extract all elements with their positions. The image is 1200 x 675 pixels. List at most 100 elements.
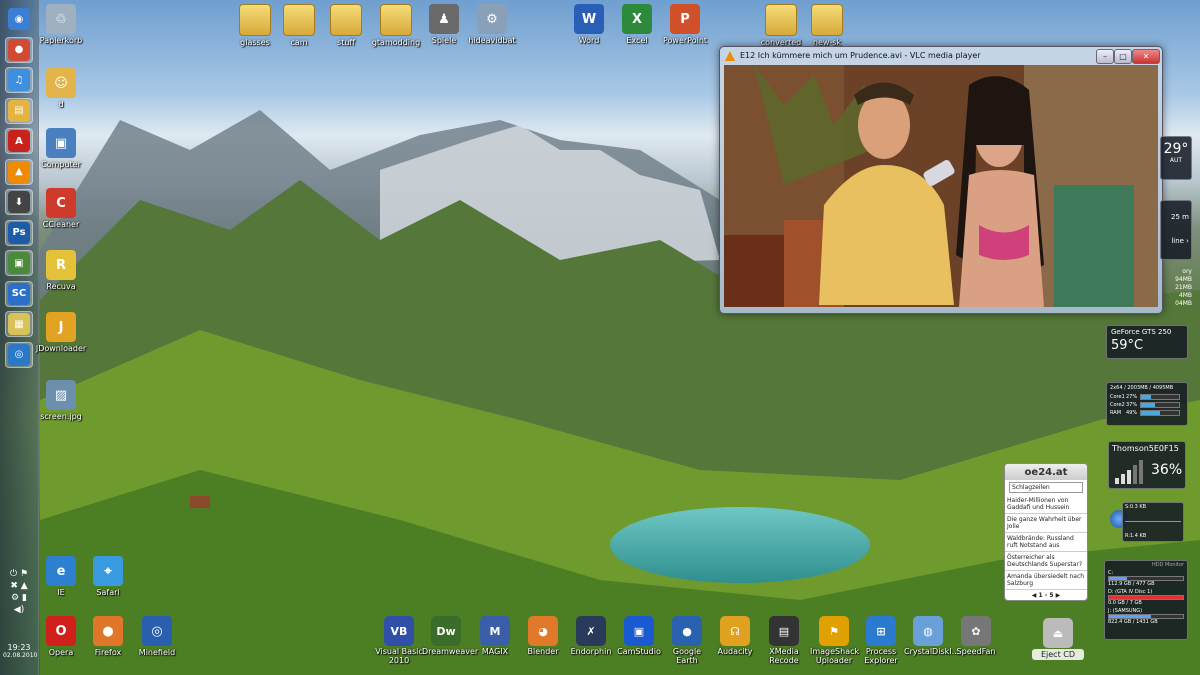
news-headline[interactable]: Waldbrände: Russland ruft Notstand aus bbox=[1005, 533, 1087, 552]
vlc-icon: ▲ bbox=[8, 160, 30, 183]
ccleaner-icon: C bbox=[46, 188, 76, 218]
safari-icon: ⌖ bbox=[93, 556, 123, 586]
folders-icon: ▦ bbox=[8, 313, 30, 335]
image-file-icon: ▨ bbox=[46, 380, 76, 410]
cpu-row-label: Core1 bbox=[1110, 394, 1125, 400]
desktop-icon-ccleaner[interactable]: C CCleaner bbox=[28, 188, 94, 229]
clock-gadget-line2: line › bbox=[1171, 237, 1189, 245]
news-gadget[interactable]: oe24.at Schlagzeilen Haider-Millionen vo… bbox=[1004, 463, 1088, 601]
ie-icon: e bbox=[46, 556, 76, 586]
minefield-icon: ◎ bbox=[142, 616, 172, 646]
net-down: R:1.4 KB bbox=[1125, 533, 1147, 539]
close-button[interactable]: ✕ bbox=[1132, 49, 1160, 64]
dock-app-audacity[interactable]: ☊ Audacity bbox=[711, 616, 759, 656]
minimize-button[interactable]: – bbox=[1096, 49, 1114, 64]
desktop-icon-powerpoint[interactable]: P PowerPoint bbox=[654, 4, 716, 45]
photoshop-icon: Ps bbox=[8, 221, 30, 244]
cpu-row-value: 37% bbox=[1126, 402, 1138, 408]
hdd-drive-size: 822.4 GB / 1431 GB bbox=[1108, 619, 1158, 625]
network-gadget[interactable]: S:0.3 KB R:1.4 KB bbox=[1110, 500, 1186, 544]
desktop-icon-screen-jpg[interactable]: ▨ screen.jpg bbox=[28, 380, 94, 421]
video-frame[interactable] bbox=[724, 65, 1158, 307]
mem-line: 04MB bbox=[1175, 300, 1192, 307]
gpu-gadget[interactable]: GeForce GTS 250 59°C bbox=[1106, 325, 1188, 359]
dock-app-blender[interactable]: ◕ Blender bbox=[519, 616, 567, 656]
desktop-icon-safari[interactable]: ⌖ Safari bbox=[75, 556, 141, 597]
desktop-icon-label: Recuva bbox=[46, 282, 76, 291]
firefox-icon: ● bbox=[93, 616, 123, 646]
gpu-temp: 59°C bbox=[1111, 338, 1144, 353]
imageshack-icon: ⚑ bbox=[819, 616, 849, 646]
desktop-icon-d[interactable]: ☺ d bbox=[28, 68, 94, 109]
desktop-icon-minefield[interactable]: ◎ Minefield bbox=[124, 616, 190, 657]
excel-icon: X bbox=[622, 4, 652, 34]
dock-app-label: Eject CD bbox=[1032, 649, 1084, 660]
dock-app-speedfan[interactable]: ✿ SpeedFan bbox=[952, 616, 1000, 656]
folder-icon bbox=[330, 4, 362, 36]
desktop-icon-recuva[interactable]: R Recuva bbox=[28, 250, 94, 291]
news-headline[interactable]: Österreicher als Deutschlands Superstar? bbox=[1005, 552, 1087, 571]
wifi-gadget[interactable]: Thomson5E0F15 36% bbox=[1108, 441, 1186, 489]
dock-app-xmedia-recode[interactable]: ▤ XMedia Recode bbox=[760, 616, 808, 665]
dock-app-google-earth[interactable]: ● Google Earth bbox=[663, 616, 711, 665]
wifi-percent: 36% bbox=[1151, 462, 1183, 478]
acrobat-icon: A bbox=[8, 130, 30, 152]
speedfan-icon: ✿ bbox=[961, 616, 991, 646]
recuva-icon: R bbox=[46, 250, 76, 280]
news-headline[interactable]: Die ganze Wahrheit über Jolie bbox=[1005, 514, 1087, 533]
maximize-button[interactable]: □ bbox=[1114, 49, 1132, 64]
gpu-name: GeForce GTS 250 bbox=[1111, 328, 1172, 336]
dock-app-magix[interactable]: M MAGIX bbox=[471, 616, 519, 656]
jdownloader-icon: J bbox=[46, 312, 76, 342]
dock-app-crystaldiski-[interactable]: ◍ CrystalDiskI... bbox=[904, 616, 959, 656]
dock-app-process-explorer[interactable]: ⊞ Process Explorer bbox=[857, 616, 905, 665]
clock-gadget[interactable]: 25 m line › bbox=[1160, 200, 1192, 260]
hdd-monitor-gadget[interactable]: HDD Monitor C: 112.9 GB / 477 GB D: (GTA I… bbox=[1104, 560, 1188, 640]
dock-app-imageshack-uploader[interactable]: ⚑ ImageShack Uploader bbox=[810, 616, 859, 665]
hdd-drive-row: D: (GTA IV Disc 1) 0.0 GB / 7 GB bbox=[1105, 588, 1187, 607]
explorer-icon: ▤ bbox=[8, 99, 30, 122]
news-headline[interactable]: Amanda übersiedelt nach Salzburg bbox=[1005, 571, 1087, 590]
hdd-drive-size: 0.0 GB / 7 GB bbox=[1108, 600, 1142, 606]
word-icon: W bbox=[574, 4, 604, 34]
desktop-icon-computer[interactable]: ▣ Computer bbox=[28, 128, 94, 169]
opera-icon: O bbox=[46, 616, 76, 646]
mem-line: ory bbox=[1182, 268, 1192, 275]
cpu-meter-gadget[interactable]: 2x64 / 2003MB / 4095MB Core1 27% Core2 37% R… bbox=[1106, 382, 1188, 426]
dock-app-dreamweaver[interactable]: Dw Dreamweaver bbox=[422, 616, 478, 656]
news-headline[interactable]: Haider-Millionen von Gaddafi und Hussein bbox=[1005, 495, 1087, 514]
recycle-bin-icon: ♲ bbox=[46, 4, 76, 34]
cpu-row-bar bbox=[1140, 394, 1180, 400]
user-folder-icon: ☺ bbox=[46, 68, 76, 98]
net-up: S:0.3 KB bbox=[1125, 504, 1147, 510]
dock-app-label: XMedia Recode bbox=[769, 647, 799, 665]
desktop-icon-new-sk[interactable]: new‑sk bbox=[796, 4, 858, 47]
vlc-cone-icon bbox=[725, 51, 735, 61]
magix-icon: M bbox=[480, 616, 510, 646]
desktop-icon-hideavidbat[interactable]: ⚙ hideavidbat bbox=[461, 4, 523, 45]
endorphin-icon: ✗ bbox=[576, 616, 606, 646]
dock-app-camstudio[interactable]: ▣ CamStudio bbox=[615, 616, 663, 656]
desktop-icon-label: JDownloader bbox=[35, 344, 87, 353]
dock-app-eject-cd[interactable]: ⏏ Eject CD bbox=[1032, 618, 1084, 660]
dock-app-visual-basic-2010[interactable]: VB Visual Basic 2010 bbox=[375, 616, 423, 665]
clock-gadget-line1: 25 m bbox=[1171, 213, 1189, 221]
wifi-signal-icon bbox=[1115, 460, 1143, 484]
dock-app-endorphin[interactable]: ✗ Endorphin bbox=[567, 616, 615, 656]
blender-icon: ◕ bbox=[528, 616, 558, 646]
google-earth-icon: ● bbox=[672, 616, 702, 646]
chrome-icon: ● bbox=[8, 38, 30, 61]
mem-line: 4MB bbox=[1178, 292, 1192, 299]
games-icon: ♟ bbox=[429, 4, 459, 34]
desktop-icon-label: PowerPoint bbox=[662, 36, 708, 45]
desktop-icon-jdownloader[interactable]: J JDownloader bbox=[28, 312, 94, 353]
weather-gadget[interactable]: 29° AUT bbox=[1160, 136, 1192, 180]
news-category-select[interactable]: Schlagzeilen bbox=[1009, 482, 1083, 493]
desktop-icon-papierkorb[interactable]: ♲ Papierkorb bbox=[28, 4, 94, 45]
news-pager[interactable]: ◀ 1 - 5 ▶ bbox=[1005, 592, 1087, 599]
cpu-row-label: Core2 bbox=[1110, 402, 1125, 408]
dock-app-label: CamStudio bbox=[617, 647, 661, 656]
computer-icon: ▣ bbox=[46, 128, 76, 158]
volume-icon[interactable]: ◀) bbox=[3, 604, 35, 616]
vlc-window[interactable]: E12 Ich kümmere mich um Prudence.avi - V… bbox=[719, 46, 1163, 314]
